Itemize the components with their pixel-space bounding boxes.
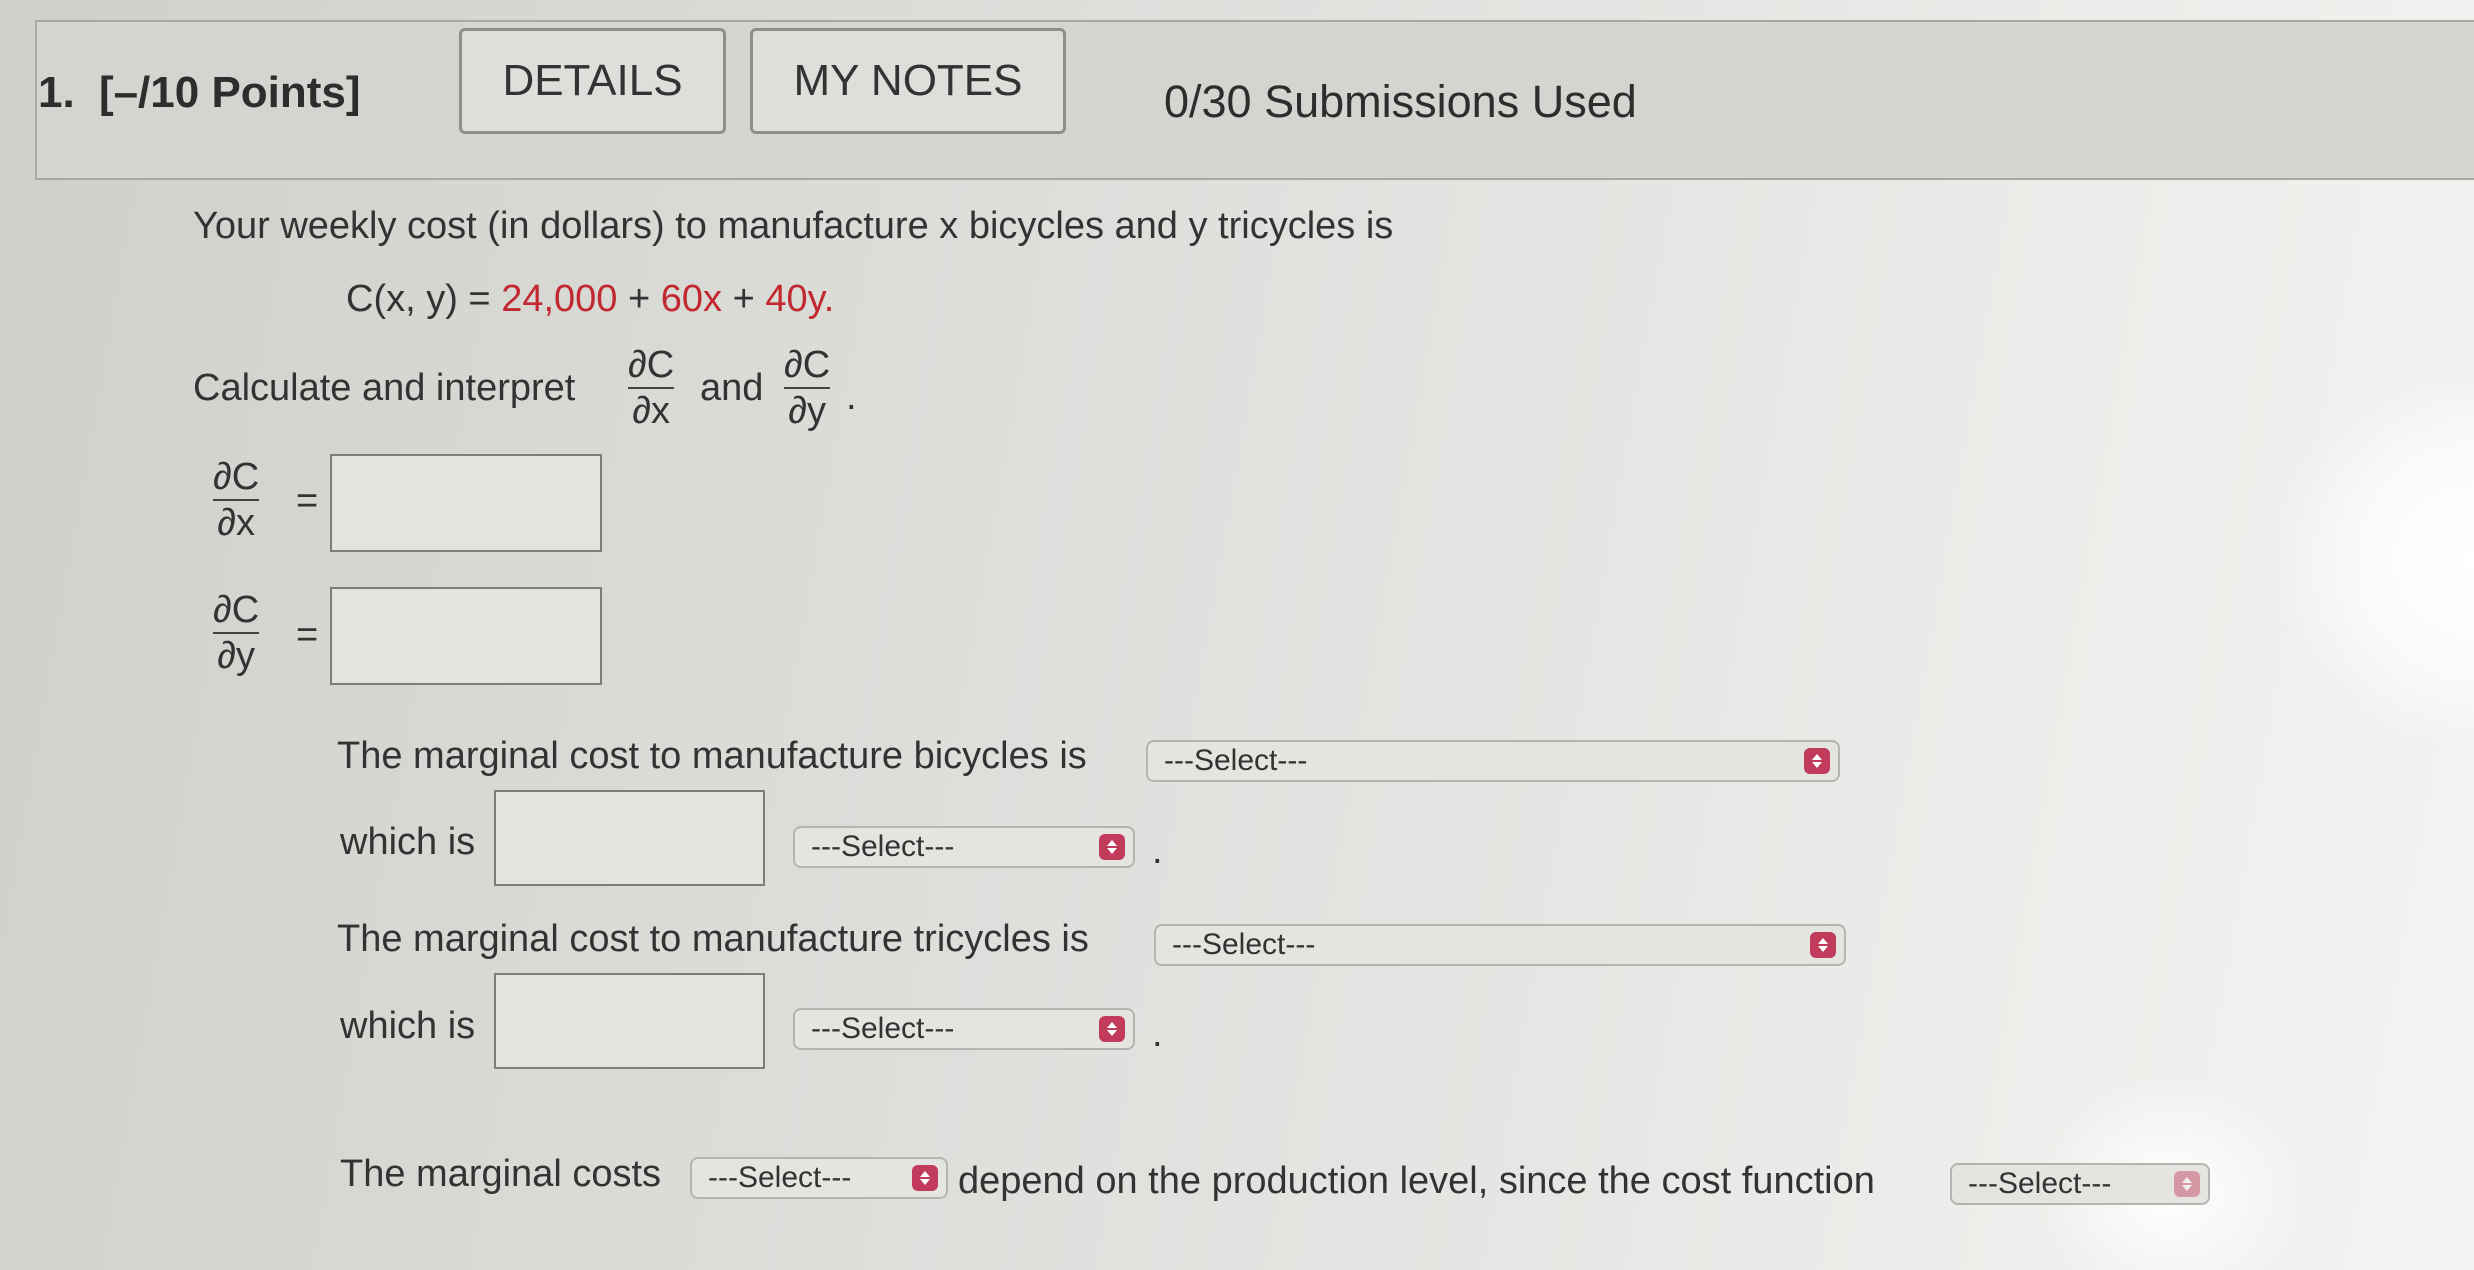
bicycles-unit-select[interactable]: ---Select--- — [793, 826, 1135, 868]
tricycles-value-input[interactable] — [494, 973, 765, 1069]
question-number-label: 1. — [38, 68, 75, 117]
formula-x-coefficient: 60x — [660, 278, 723, 320]
select-value: ---Select--- — [1164, 744, 1308, 777]
select-value: ---Select--- — [1968, 1167, 2112, 1200]
calc-prefix: Calculate and interpret — [193, 367, 576, 409]
calc-and: and — [700, 367, 764, 409]
dc-dx-label: ∂C ∂x — [213, 456, 260, 544]
formula-plus-2: + — [732, 278, 755, 320]
details-button[interactable]: DETAILS — [459, 28, 726, 134]
bicycles-select[interactable]: ---Select--- — [1146, 740, 1840, 782]
bicycles-marginal-cost-text: The marginal cost to manufacture bicycle… — [337, 735, 1087, 777]
dc-dy-label: ∂C ∂y — [213, 589, 260, 677]
tricycles-select[interactable]: ---Select--- — [1154, 924, 1846, 966]
equals-sign: = — [296, 480, 319, 522]
fraction-denominator: ∂y — [217, 635, 255, 677]
marginal-costs-select[interactable]: ---Select--- — [690, 1157, 948, 1199]
formula-plus-1: + — [627, 278, 651, 320]
dc-dx-answer-input[interactable] — [330, 454, 602, 552]
cost-formula: C(x, y) = 24,000 + 60x + 40y. — [346, 278, 834, 321]
equals-sign: = — [296, 614, 319, 656]
select-value: ---Select--- — [1172, 928, 1316, 961]
which-is-label-2: which is — [340, 1005, 476, 1047]
formula-lhs: C(x, y) = — [346, 278, 491, 320]
which-is-label-1: which is — [340, 821, 476, 863]
marginal-costs-middle: depend on the production level, since th… — [958, 1160, 1875, 1202]
period-1: . — [1152, 830, 1163, 872]
question-number: 1. [–/10 Points] — [38, 68, 361, 118]
tricycles-marginal-cost-text: The marginal cost to manufacture tricycl… — [337, 918, 1089, 960]
fraction-denominator: ∂x — [217, 502, 255, 544]
select-arrow-icon — [1804, 748, 1830, 774]
bicycles-value-input[interactable] — [494, 790, 765, 886]
period-2: . — [1152, 1013, 1163, 1055]
cost-function-select[interactable]: ---Select--- — [1950, 1163, 2210, 1205]
formula-y-coefficient: 40y. — [765, 278, 835, 320]
submissions-used: 0/30 Submissions Used — [1164, 76, 1637, 127]
select-arrow-icon — [2174, 1171, 2200, 1197]
screen-glare — [2284, 380, 2474, 740]
select-arrow-icon — [1099, 1016, 1125, 1042]
select-value: ---Select--- — [811, 830, 955, 863]
select-arrow-icon — [1810, 932, 1836, 958]
fraction-numerator: ∂C — [213, 456, 260, 498]
fraction-numerator: ∂C — [784, 344, 831, 386]
calc-period: . — [846, 376, 857, 418]
fraction-bar — [784, 387, 831, 389]
marginal-costs-prefix: The marginal costs — [340, 1153, 662, 1195]
problem-intro: Your weekly cost (in dollars) to manufac… — [193, 205, 1394, 247]
fraction-bar — [213, 632, 260, 634]
select-value: ---Select--- — [811, 1012, 955, 1045]
fraction-bar — [213, 499, 260, 501]
fraction-denominator: ∂y — [788, 390, 826, 432]
partial-c-partial-y-fraction: ∂C ∂y — [784, 344, 831, 432]
formula-constant: 24,000 — [501, 278, 618, 320]
select-arrow-icon — [912, 1165, 938, 1191]
partial-c-partial-x-fraction: ∂C ∂x — [628, 344, 675, 432]
select-value: ---Select--- — [708, 1161, 852, 1194]
fraction-denominator: ∂x — [632, 390, 670, 432]
select-arrow-icon — [1099, 834, 1125, 860]
fraction-bar — [628, 387, 675, 389]
dc-dy-answer-input[interactable] — [330, 587, 602, 685]
question-points: [–/10 Points] — [98, 68, 361, 117]
fraction-numerator: ∂C — [213, 589, 260, 631]
tricycles-unit-select[interactable]: ---Select--- — [793, 1008, 1135, 1050]
my-notes-button[interactable]: MY NOTES — [750, 28, 1066, 134]
fraction-numerator: ∂C — [628, 344, 675, 386]
